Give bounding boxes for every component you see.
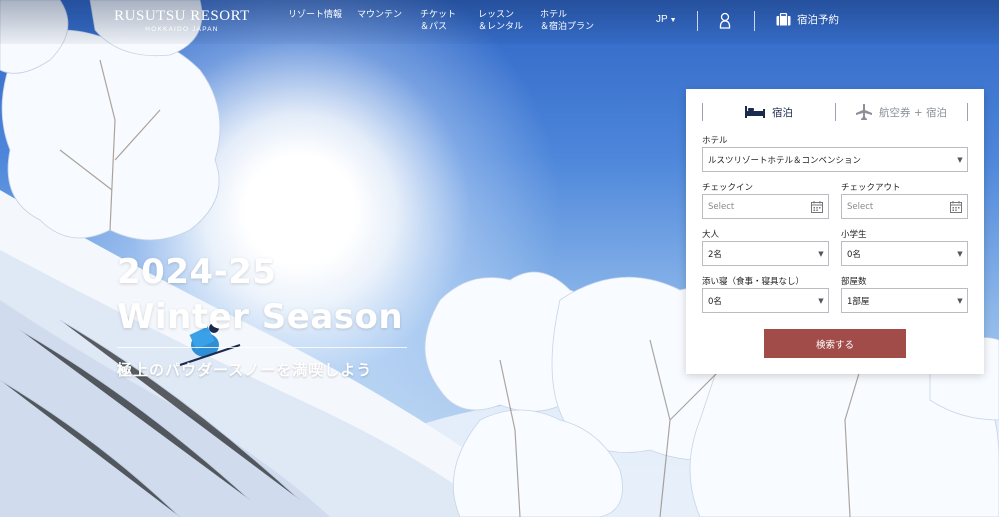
header-divider bbox=[754, 11, 755, 31]
tab-air-stay-label: 航空券 + 宿泊 bbox=[879, 106, 947, 119]
caret-down-icon: ▼ bbox=[957, 249, 963, 258]
cosleeping-select[interactable]: 0名 ▼ bbox=[702, 288, 829, 313]
adults-select[interactable]: 2名 ▼ bbox=[702, 241, 829, 266]
children-label: 小学生 bbox=[841, 230, 867, 240]
caret-down-icon: ▼ bbox=[818, 296, 824, 305]
adults-select-value: 2名 bbox=[708, 249, 722, 260]
search-button[interactable]: 検索する bbox=[764, 329, 906, 358]
language-selector[interactable]: JP ▼ bbox=[656, 14, 677, 25]
nav-item-resort-info[interactable]: リゾート情報 bbox=[288, 9, 342, 21]
caret-down-icon: ▼ bbox=[957, 155, 963, 164]
site-header: RUSUTSU RESORT HOKKAIDO JAPAN リゾート情報 マウン… bbox=[0, 0, 999, 44]
booking-panel: 宿泊 航空券 + 宿泊 ホテル ルスツリゾートホテル＆コンベンション ▼ チェッ… bbox=[686, 89, 984, 374]
header-divider bbox=[697, 11, 698, 31]
calendar-icon[interactable] bbox=[950, 201, 962, 213]
nav-item-lessons-rentals[interactable]: レッスン ＆レンタル bbox=[478, 9, 523, 33]
hero-tagline: 極上のパウダースノーを満喫しよう bbox=[117, 361, 373, 379]
adults-label: 大人 bbox=[702, 230, 720, 240]
checkout-input[interactable] bbox=[847, 201, 947, 212]
checkout-field[interactable] bbox=[841, 194, 968, 219]
nav-item-tickets-passes[interactable]: チケット ＆パス bbox=[420, 9, 456, 33]
season-title: Winter Season bbox=[117, 297, 404, 337]
season-year: 2024-25 bbox=[117, 252, 277, 292]
children-select-value: 0名 bbox=[847, 249, 861, 260]
user-icon[interactable] bbox=[718, 12, 732, 30]
hero-divider bbox=[117, 347, 407, 348]
hotel-select-value: ルスツリゾートホテル＆コンベンション bbox=[708, 155, 862, 166]
nav-item-mountain[interactable]: マウンテン bbox=[357, 9, 402, 21]
airplane-icon bbox=[856, 104, 872, 120]
caret-down-icon: ▼ bbox=[818, 249, 824, 258]
checkin-label: チェックイン bbox=[702, 183, 754, 193]
tab-stay[interactable]: 宿泊 bbox=[702, 103, 835, 121]
rooms-select-value: 1部屋 bbox=[847, 296, 870, 307]
hotel-select[interactable]: ルスツリゾートホテル＆コンベンション ▼ bbox=[702, 147, 968, 172]
suitcase-icon bbox=[776, 13, 791, 26]
language-label: JP bbox=[656, 14, 668, 25]
hotel-label: ホテル bbox=[702, 136, 728, 146]
calendar-icon[interactable] bbox=[811, 201, 823, 213]
cosleeping-select-value: 0名 bbox=[708, 296, 722, 307]
booking-link[interactable]: 宿泊予約 bbox=[776, 12, 839, 27]
checkin-field[interactable] bbox=[702, 194, 829, 219]
rooms-select[interactable]: 1部屋 ▼ bbox=[841, 288, 968, 313]
logo-sub-text: HOKKAIDO JAPAN bbox=[145, 26, 219, 33]
tab-air-stay[interactable]: 航空券 + 宿泊 bbox=[835, 103, 968, 121]
children-select[interactable]: 0名 ▼ bbox=[841, 241, 968, 266]
caret-down-icon: ▼ bbox=[957, 296, 963, 305]
tab-stay-label: 宿泊 bbox=[772, 106, 793, 119]
checkin-input[interactable] bbox=[708, 201, 808, 212]
booking-link-label: 宿泊予約 bbox=[797, 14, 839, 26]
booking-tabs: 宿泊 航空券 + 宿泊 bbox=[702, 103, 968, 121]
checkout-label: チェックアウト bbox=[841, 183, 901, 193]
caret-down-icon: ▼ bbox=[669, 17, 677, 24]
cosleeping-label: 添い寝（食事・寝具なし） bbox=[702, 277, 805, 287]
bed-icon bbox=[745, 106, 765, 118]
logo-main-text: RUSUTSU RESORT bbox=[114, 8, 250, 24]
nav-item-hotels-plans[interactable]: ホテル ＆宿泊プラン bbox=[540, 9, 594, 33]
brand-logo[interactable]: RUSUTSU RESORT HOKKAIDO JAPAN bbox=[114, 8, 250, 34]
rooms-label: 部屋数 bbox=[841, 277, 867, 287]
